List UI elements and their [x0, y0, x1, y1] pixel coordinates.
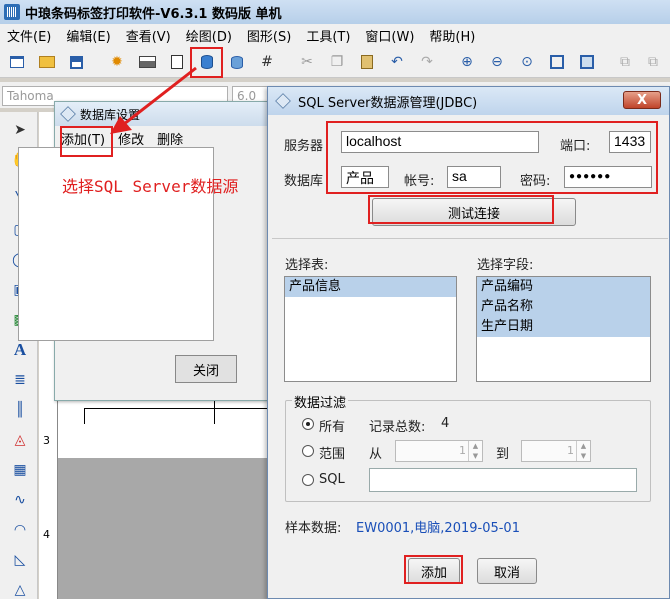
- app-logo-icon: [4, 4, 20, 20]
- undo-icon[interactable]: ↶: [387, 52, 407, 72]
- menu-help[interactable]: 帮助(H): [422, 26, 483, 45]
- server-label: 服务器: [284, 139, 324, 154]
- filter-all-radio[interactable]: [302, 418, 314, 430]
- zoom-in-icon[interactable]: ⊕: [457, 52, 477, 72]
- menu-draw[interactable]: 绘图(D): [179, 26, 240, 45]
- spinner-arrows-icon[interactable]: ▲ ▼: [576, 441, 590, 461]
- distribute-icon[interactable]: ⧉: [643, 52, 663, 72]
- range-from-value: 1: [459, 444, 466, 457]
- sample-data-value: EW0001,电脑,2019-05-01: [356, 521, 520, 536]
- dialog-close-icon[interactable]: X: [623, 91, 661, 109]
- shape-tool-icon[interactable]: ◬: [10, 430, 30, 450]
- sql-dialog-icon: [275, 93, 291, 109]
- divider: [272, 238, 668, 239]
- select-table-label: 选择表:: [285, 258, 329, 273]
- sql-dialog-title: SQL Server数据源管理(JDBC): [298, 95, 478, 111]
- cancel-button[interactable]: 取消: [477, 558, 537, 584]
- menu-edit[interactable]: 编辑(E): [59, 26, 118, 45]
- align-icon[interactable]: ⧉: [615, 52, 635, 72]
- select-field-label: 选择字段:: [477, 258, 534, 273]
- data-filter-title: 数据过滤: [292, 392, 349, 411]
- menu-view[interactable]: 查看(V): [119, 26, 179, 45]
- range-from-label: 从: [369, 447, 383, 462]
- paste-icon[interactable]: [357, 52, 377, 72]
- range-to-value: 1: [567, 444, 574, 457]
- menu-file[interactable]: 文件(E): [0, 26, 59, 45]
- triangle-tool-icon[interactable]: △: [10, 580, 30, 599]
- curve-tool-icon[interactable]: ∿: [10, 490, 30, 510]
- ruler-mark-3: 3: [43, 434, 50, 447]
- pointer-tool-icon[interactable]: ➤: [10, 120, 30, 140]
- sample-data-label: 样本数据:: [285, 521, 342, 536]
- save-icon[interactable]: [66, 52, 86, 72]
- zoom-icon[interactable]: ⊙: [517, 52, 537, 72]
- filter-all-label: 所有: [319, 420, 346, 435]
- field-list[interactable]: 产品编码 产品名称 生产日期: [476, 276, 651, 382]
- cut-icon[interactable]: ✂: [297, 52, 317, 72]
- qrcode-tool-icon[interactable]: ▦: [10, 460, 30, 480]
- database-window-icon: [60, 106, 76, 122]
- test-connection-highlight: [368, 195, 554, 224]
- field-list-item[interactable]: 生产日期: [477, 317, 650, 337]
- spinner-arrows-icon[interactable]: ▲ ▼: [468, 441, 482, 461]
- copy-icon[interactable]: ❐: [327, 52, 347, 72]
- range-to-input[interactable]: 1 ▲ ▼: [521, 440, 591, 462]
- annotation-text: 选择SQL Server数据源: [62, 177, 239, 196]
- add-button-highlight: [404, 555, 463, 584]
- menu-shape[interactable]: 图形(S): [240, 26, 299, 45]
- table-list[interactable]: 产品信息: [284, 276, 457, 382]
- close-button[interactable]: 关闭: [175, 355, 237, 383]
- connection-fields-highlight: [326, 121, 658, 194]
- menu-tools[interactable]: 工具(T): [299, 26, 358, 45]
- database-label: 数据库: [284, 174, 324, 189]
- barcode-tool-icon[interactable]: ║: [10, 400, 30, 420]
- field-list-item[interactable]: 产品编码: [477, 277, 650, 297]
- field-list-item[interactable]: 产品名称: [477, 297, 650, 317]
- redo-icon[interactable]: ↷: [417, 52, 437, 72]
- table-list-item[interactable]: 产品信息: [285, 277, 456, 297]
- sql-dialog-titlebar: SQL Server数据源管理(JDBC) X: [268, 87, 669, 115]
- arc-tool-icon[interactable]: ◠: [10, 520, 30, 540]
- app-title: 中琅条码标签打印软件-V6.3.1 数码版 单机: [25, 6, 282, 22]
- filter-range-radio[interactable]: [302, 445, 314, 457]
- new-file-icon[interactable]: [7, 52, 27, 72]
- record-count-value: 4: [441, 416, 450, 431]
- database-sync-icon[interactable]: [227, 52, 247, 72]
- grid-icon[interactable]: #: [257, 52, 277, 72]
- filter-sql-label: SQL: [319, 472, 345, 487]
- fit-width-icon[interactable]: [577, 52, 597, 72]
- fit-page-icon[interactable]: [547, 52, 567, 72]
- rich-text-tool-icon[interactable]: ≣: [10, 370, 30, 390]
- text-tool-icon[interactable]: A: [10, 340, 30, 360]
- record-count-label: 记录总数:: [369, 420, 426, 435]
- annotation-arrow: [110, 66, 197, 134]
- filter-range-label: 范围: [319, 447, 346, 462]
- open-folder-icon[interactable]: [37, 52, 57, 72]
- menu-bar: 文件(E) 编辑(E) 查看(V) 绘图(D) 图形(S) 工具(T) 窗口(W…: [0, 24, 670, 46]
- range-to-label: 到: [496, 447, 510, 462]
- polygon-tool-icon[interactable]: ◺: [10, 550, 30, 570]
- app-title-bar: 中琅条码标签打印软件-V6.3.1 数码版 单机: [0, 0, 670, 24]
- menu-window[interactable]: 窗口(W): [358, 26, 422, 45]
- range-from-input[interactable]: 1 ▲ ▼: [395, 440, 483, 462]
- sql-query-input[interactable]: [369, 468, 637, 492]
- zoom-out-icon[interactable]: ⊖: [487, 52, 507, 72]
- filter-sql-radio[interactable]: [302, 474, 314, 486]
- ruler-mark-4: 4: [43, 528, 50, 541]
